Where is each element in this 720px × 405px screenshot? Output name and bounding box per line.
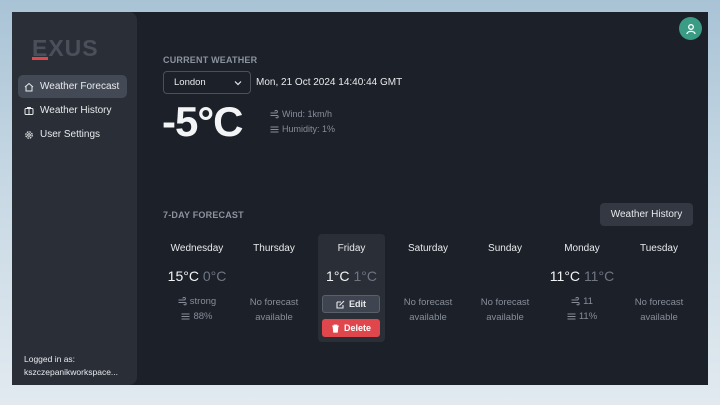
current-temperature: -5°C [162, 98, 243, 145]
day-name: Sunday [488, 243, 522, 254]
day-name: Wednesday [170, 243, 224, 254]
forecast-day-saturday: Saturday No forecast available [393, 234, 463, 342]
edit-button[interactable]: Edit [322, 295, 380, 313]
current-datetime: Mon, 21 Oct 2024 14:40:44 GMT [256, 77, 403, 88]
day-temps: 11°C 11°C [549, 268, 615, 284]
forecast-day-friday[interactable]: Friday 1°C 1°C Edit Delete [318, 234, 385, 342]
exus-logo: EXUS [32, 37, 98, 61]
chevron-down-icon [234, 81, 242, 86]
user-icon [685, 23, 696, 34]
sidebar-item-weather-history[interactable]: Weather History [18, 99, 127, 122]
trash-icon [331, 324, 339, 333]
sidebar-item-label: Weather History [40, 105, 112, 116]
forecast-day-wednesday: Wednesday 15°C 0°C strong 88% [162, 234, 232, 342]
no-forecast-text: No forecast available [249, 297, 299, 323]
current-wind: Wind: 1km/h [270, 109, 332, 119]
wind-icon [571, 297, 580, 306]
forecast-day-monday: Monday 11°C 11°C 11 11% [547, 234, 617, 342]
avatar[interactable] [679, 17, 702, 40]
sidebar-item-label: Weather Forecast [40, 81, 120, 92]
sidebar: EXUS Weather Forecast Weather History Us… [12, 12, 137, 385]
city-select[interactable]: London [163, 71, 251, 94]
sidebar-item-user-settings[interactable]: User Settings [18, 123, 127, 146]
day-humidity: 11% [547, 311, 617, 322]
weather-history-button[interactable]: Weather History [600, 203, 693, 226]
no-forecast-text: No forecast available [634, 297, 684, 323]
day-name: Friday [337, 243, 366, 254]
day-name: Monday [564, 243, 600, 254]
humidity-icon [567, 313, 576, 320]
forecast-day-thursday: Thursday No forecast available [239, 234, 309, 342]
forecast-day-tuesday: Tuesday No forecast available [624, 234, 694, 342]
login-info: Logged in as: kszczepanikworkspace... [24, 353, 132, 379]
home-icon [24, 82, 34, 91]
wind-icon [270, 109, 279, 118]
edit-icon [336, 300, 345, 309]
day-name: Saturday [407, 243, 449, 254]
no-forecast-text: No forecast available [403, 297, 453, 323]
forecast-title: 7-DAY FORECAST [163, 210, 244, 220]
forecast-day-sunday: Sunday No forecast available [470, 234, 540, 342]
day-humidity: 88% [162, 311, 232, 322]
day-name: Tuesday [640, 243, 678, 254]
current-weather-title: CURRENT WEATHER [163, 55, 258, 65]
sidebar-item-label: User Settings [40, 129, 101, 140]
no-forecast-text: No forecast available [480, 297, 530, 323]
day-name: Thursday [253, 243, 295, 254]
humidity-icon [181, 313, 190, 320]
login-username: kszczepanikworkspace... [24, 367, 119, 377]
humidity-icon [270, 125, 279, 133]
current-humidity: Humidity: 1% [270, 124, 335, 134]
sidebar-item-weather-forecast[interactable]: Weather Forecast [18, 75, 127, 98]
history-icon [24, 106, 34, 115]
login-label: Logged in as: [24, 354, 76, 364]
app-window: EXUS Weather Forecast Weather History Us… [12, 12, 708, 385]
wind-icon [178, 297, 187, 306]
gear-icon [25, 130, 33, 139]
day-wind: strong [162, 296, 232, 307]
city-select-value: London [174, 77, 206, 88]
day-wind: 11 [547, 296, 617, 307]
day-temps: 15°C 0°C [167, 268, 227, 284]
day-temps: 1°C 1°C [326, 268, 377, 284]
delete-button[interactable]: Delete [322, 319, 380, 337]
